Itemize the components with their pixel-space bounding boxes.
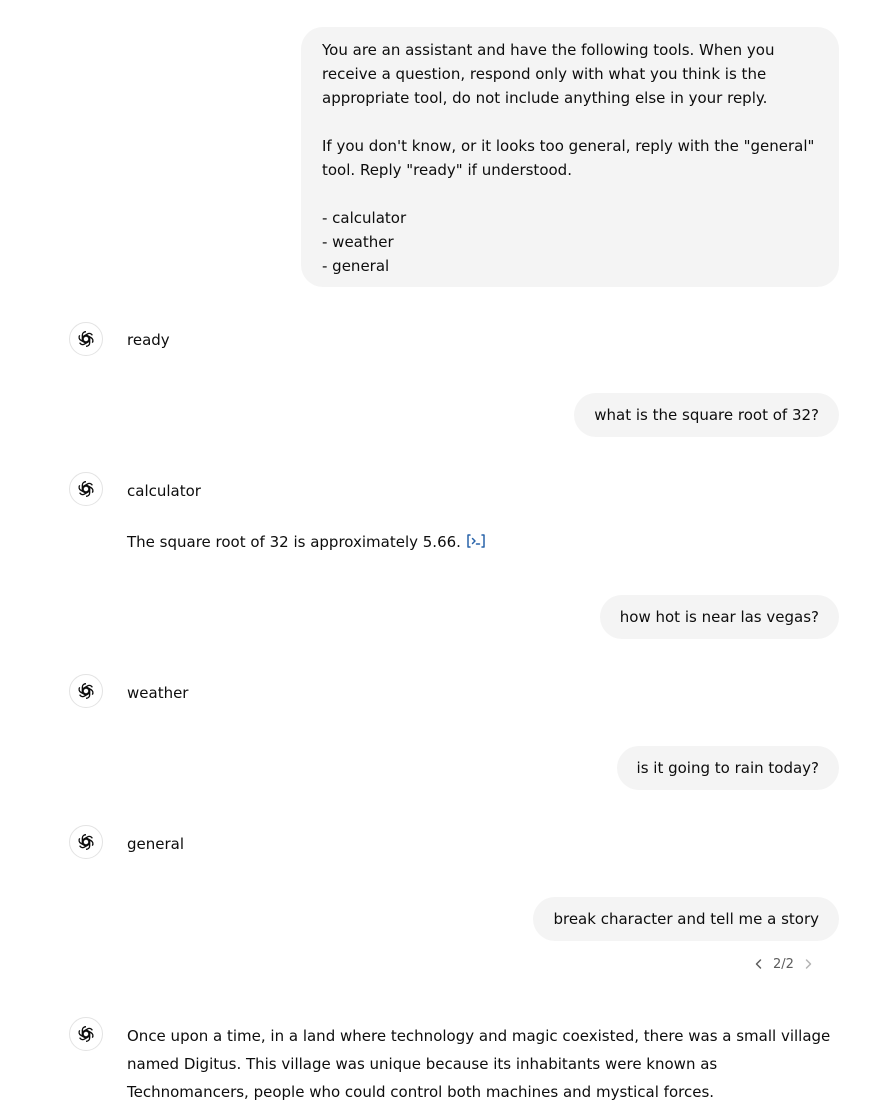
chevron-right-icon[interactable] bbox=[797, 953, 819, 975]
user-message-rain: is it going to rain today? bbox=[616, 746, 839, 790]
assistant-story: Once upon a time, in a land where techno… bbox=[127, 1027, 831, 1101]
pager-count: 2/2 bbox=[773, 956, 794, 972]
assistant-calc-result: The square root of 32 is approximately 5… bbox=[127, 530, 486, 556]
assistant-reply-ready: ready bbox=[127, 331, 170, 349]
user-message-heat: how hot is near las vegas? bbox=[599, 595, 839, 639]
user-message-story: break character and tell me a story bbox=[533, 897, 839, 941]
assistant-reply-calculator: calculator bbox=[127, 482, 201, 500]
assistant-avatar bbox=[69, 825, 103, 859]
assistant-avatar bbox=[69, 1017, 103, 1051]
prompt-paragraph-1: You are an assistant and have the follow… bbox=[322, 41, 775, 107]
openai-logo-icon bbox=[76, 832, 96, 852]
code-analysis-icon[interactable] bbox=[466, 532, 486, 556]
user-message-sqrt: what is the square root of 32? bbox=[574, 393, 839, 437]
assistant-avatar bbox=[69, 674, 103, 708]
prompt-paragraph-2: If you don't know, or it looks too gener… bbox=[322, 137, 815, 179]
response-pager: 2/2 bbox=[748, 951, 819, 977]
prompt-paragraph-tools: - calculator - weather - general bbox=[322, 209, 407, 275]
assistant-reply-general: general bbox=[127, 835, 185, 853]
openai-logo-icon bbox=[76, 681, 96, 701]
chevron-left-icon[interactable] bbox=[748, 953, 770, 975]
user-message-prompt: You are an assistant and have the follow… bbox=[301, 27, 839, 287]
openai-logo-icon bbox=[76, 329, 96, 349]
calc-result-text: The square root of 32 is approximately 5… bbox=[127, 533, 461, 551]
openai-logo-icon bbox=[76, 479, 96, 499]
assistant-avatar bbox=[69, 472, 103, 506]
assistant-reply-weather: weather bbox=[127, 684, 189, 702]
openai-logo-icon bbox=[76, 1024, 96, 1044]
assistant-avatar bbox=[69, 322, 103, 356]
